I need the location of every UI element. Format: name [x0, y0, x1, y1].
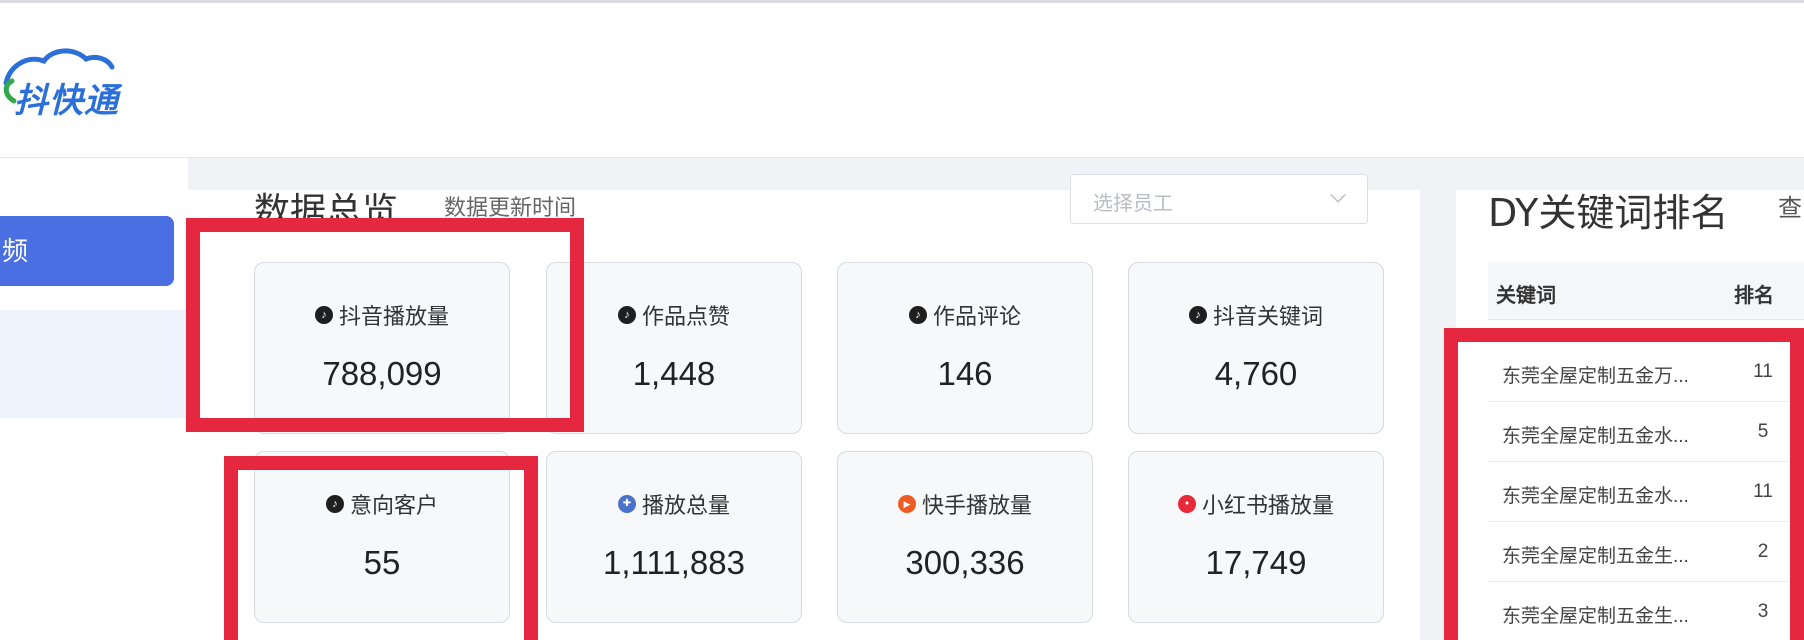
douyin-icon: ♪ [908, 306, 927, 324]
douyin-icon: ♪ [617, 306, 636, 324]
kuaishou-icon: ▶ [897, 495, 916, 513]
sidebar-item[interactable] [0, 310, 188, 418]
ranking-title: DY关键词排名 [1488, 191, 1729, 235]
sidebar-item-active[interactable]: 频 [0, 216, 174, 286]
stat-card-label-row: ▶ 快手播放量 [838, 488, 1092, 520]
stat-card-xiaohongshu-plays[interactable]: ● 小红书播放量 17,749 [1128, 451, 1384, 623]
column-header-keyword: 关键词 [1496, 285, 1556, 307]
stat-card-comments[interactable]: ♪ 作品评论 146 [837, 262, 1093, 434]
stat-card-value: 1,111,883 [603, 544, 745, 581]
stat-card-label: 作品评论 [932, 304, 1021, 329]
stat-card-label: 播放总量 [641, 493, 730, 518]
stat-card-label-row: ♪ 抖音关键词 [1129, 299, 1383, 331]
highlight-box-douyin-plays [186, 218, 584, 432]
stat-card-label: 快手播放量 [921, 493, 1032, 518]
play-total-icon: ✚ [617, 495, 636, 513]
chevron-down-icon [1330, 187, 1346, 203]
employee-select[interactable]: 选择员工 [1070, 174, 1368, 224]
stat-card-keywords[interactable]: ♪ 抖音关键词 4,760 [1128, 262, 1384, 434]
app-logo[interactable]: 抖快通 [0, 45, 160, 125]
stat-card-likes[interactable]: ♪ 作品点赞 1,448 [546, 262, 802, 434]
stat-card-label-row: ● 小红书播放量 [1129, 488, 1383, 520]
stat-card-total-plays[interactable]: ✚ 播放总量 1,111,883 [546, 451, 802, 623]
stat-card-label-row: ✚ 播放总量 [547, 488, 801, 520]
stat-card-value: 146 [937, 355, 993, 392]
employee-select-placeholder: 选择员工 [1093, 193, 1173, 215]
xiaohongshu-icon: ● [1177, 495, 1196, 513]
column-header-rank: 排名 [1734, 285, 1774, 307]
stat-card-label-row: ♪ 作品评论 [838, 299, 1092, 331]
highlight-box-ranking [1444, 328, 1804, 640]
stat-card-value: 17,749 [1205, 544, 1307, 581]
stat-card-value: 300,336 [905, 544, 1025, 581]
ranking-table-header: 关键词 排名 [1488, 262, 1804, 320]
ranking-more-link[interactable]: 查 [1778, 188, 1802, 223]
stat-card-value: 1,448 [632, 355, 716, 392]
douyin-icon: ♪ [1188, 306, 1207, 324]
sidebar: 频 [0, 158, 188, 640]
stat-card-label: 作品点赞 [641, 304, 730, 329]
stat-card-kuaishou-plays[interactable]: ▶ 快手播放量 300,336 [837, 451, 1093, 623]
logo-text: 抖快通 [14, 81, 119, 121]
stat-card-label: 抖音关键词 [1212, 304, 1323, 329]
header: 抖快通 [0, 3, 1804, 158]
stat-card-label-row: ♪ 作品点赞 [547, 299, 801, 331]
stat-card-value: 4,760 [1214, 355, 1298, 392]
highlight-box-leads [224, 456, 538, 640]
stat-card-label: 小红书播放量 [1201, 493, 1334, 518]
